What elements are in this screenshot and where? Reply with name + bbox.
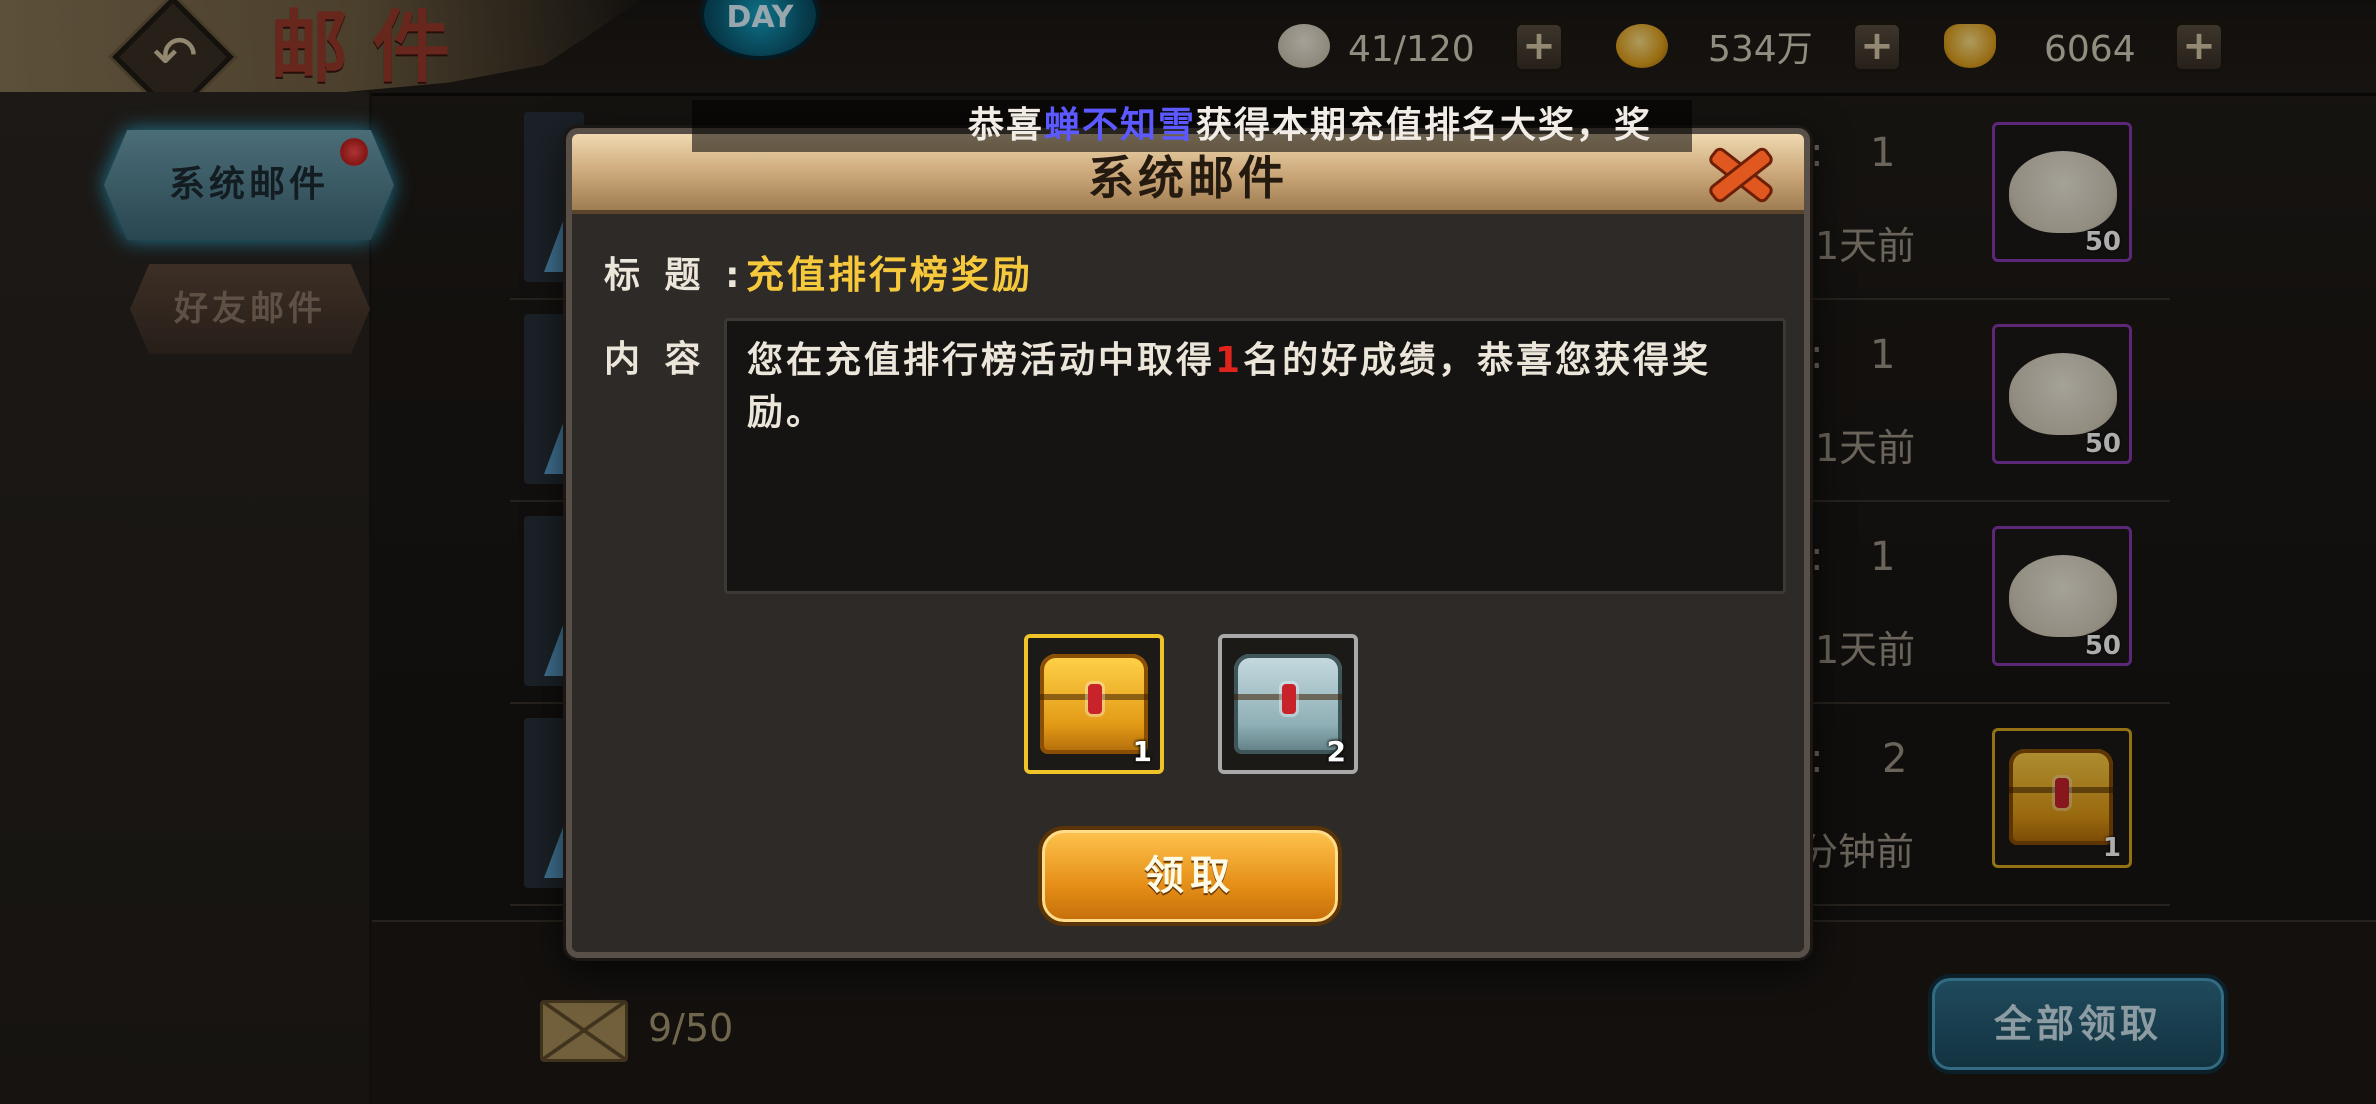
reward-item[interactable]: 2: [1218, 634, 1358, 774]
subject-value: 充值排行榜奖励: [746, 253, 1034, 297]
announcement-marquee: 恭喜蝉不知雪获得本期充值排名大奖，奖: [692, 100, 1692, 152]
close-icon[interactable]: [1704, 140, 1776, 206]
player-name: 蝉不知雪: [1044, 105, 1197, 146]
reward-qty: 2: [1326, 735, 1346, 768]
claim-button[interactable]: 领取: [1038, 826, 1342, 926]
mail-content: 您在充值排行榜活动中取得1名的好成绩，恭喜您获得奖励。: [747, 340, 1712, 433]
announcement-text: 恭喜蝉不知雪获得本期充值排名大奖，奖: [968, 105, 1653, 146]
subject-label: 标 题 :: [604, 255, 746, 296]
reward-qty: 1: [1132, 735, 1152, 768]
rank-number: 1: [1215, 340, 1244, 381]
content-box: 您在充值排行榜活动中取得1名的好成绩，恭喜您获得奖励。: [724, 318, 1786, 594]
reward-item[interactable]: 1: [1024, 634, 1164, 774]
system-mail-dialog: 系统邮件 标 题 : 充值排行榜奖励 内 容 : 您在充值排行榜活动中取得1名的…: [566, 128, 1810, 958]
